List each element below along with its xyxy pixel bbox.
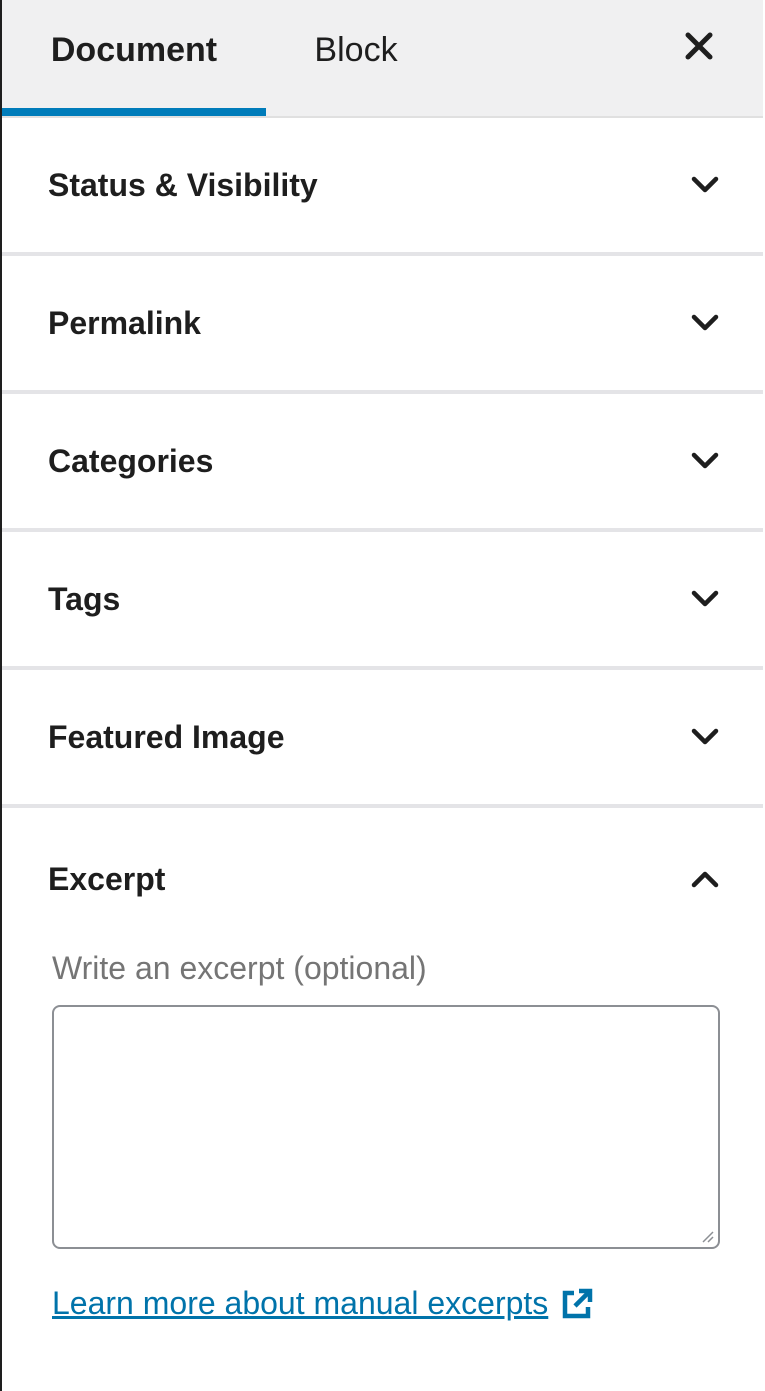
close-icon <box>685 32 713 60</box>
panel-tags[interactable]: Tags <box>2 532 763 670</box>
panel-featured-image[interactable]: Featured Image <box>2 670 763 808</box>
document-settings-sidebar: Document Block Status & Visibility Perma… <box>0 0 763 1391</box>
chevron-down-icon <box>691 452 719 469</box>
panel-featured-image-label: Featured Image <box>48 718 285 755</box>
panel-excerpt-label: Excerpt <box>48 860 166 897</box>
tab-block[interactable]: Block <box>290 0 422 116</box>
learn-more-excerpts-link[interactable]: Learn more about manual excerpts <box>52 1285 594 1322</box>
panel-categories[interactable]: Categories <box>2 394 763 532</box>
panel-status-visibility[interactable]: Status & Visibility <box>2 118 763 256</box>
excerpt-textarea[interactable] <box>52 1005 720 1249</box>
tab-document-label: Document <box>50 30 218 69</box>
panel-status-visibility-label: Status & Visibility <box>48 166 318 203</box>
panel-permalink-label: Permalink <box>48 304 201 341</box>
close-button[interactable] <box>679 26 719 66</box>
resize-handle-icon[interactable] <box>700 1229 714 1243</box>
excerpt-field-label: Write an excerpt (optional) <box>52 950 427 986</box>
panel-excerpt: Excerpt Write an excerpt (optional) Lear… <box>2 808 763 1322</box>
panel-categories-label: Categories <box>48 442 214 479</box>
external-link-icon <box>563 1288 593 1318</box>
tab-document[interactable]: Document <box>2 0 266 116</box>
tab-block-label: Block <box>314 30 398 69</box>
panel-excerpt-toggle[interactable]: Excerpt <box>2 808 763 950</box>
learn-more-link-text: Learn more about manual excerpts <box>52 1285 549 1321</box>
chevron-down-icon <box>691 176 719 193</box>
chevron-up-icon <box>691 871 719 888</box>
excerpt-body: Write an excerpt (optional) Learn more a… <box>2 950 763 1322</box>
active-tab-indicator <box>2 108 266 116</box>
chevron-down-icon <box>691 728 719 745</box>
sidebar-header: Document Block <box>2 0 763 118</box>
panel-permalink[interactable]: Permalink <box>2 256 763 394</box>
chevron-down-icon <box>691 314 719 331</box>
panel-tags-label: Tags <box>48 580 121 617</box>
chevron-down-icon <box>691 590 719 607</box>
